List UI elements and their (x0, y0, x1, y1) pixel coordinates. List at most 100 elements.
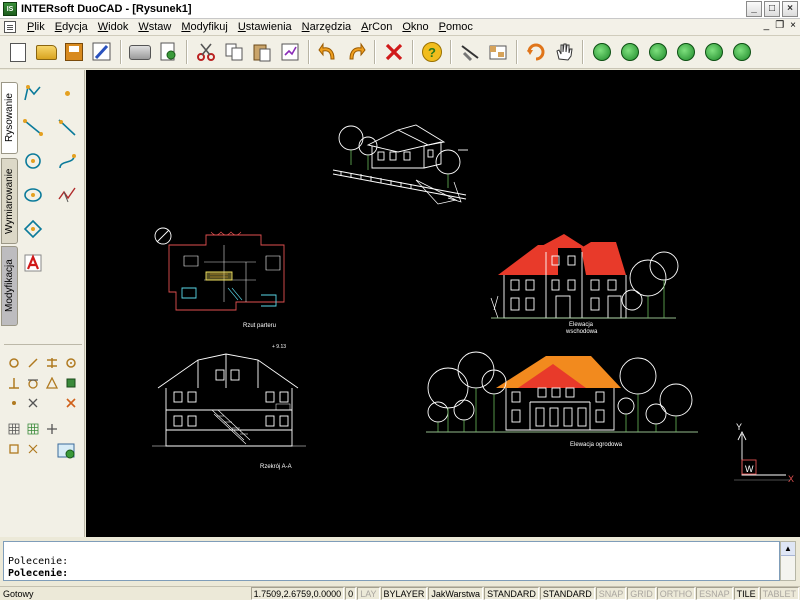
drawing-svg: Rzut parteru Elewacja wschodowa Rzekrój … (152, 124, 794, 484)
rotate-view-button[interactable] (523, 39, 549, 65)
properties-button[interactable] (277, 39, 303, 65)
paste-icon (253, 44, 271, 62)
drawing-canvas[interactable]: Rzut parteru Elewacja wschodowa Rzekrój … (86, 70, 800, 537)
snap-quadrant-tool[interactable] (64, 356, 78, 370)
menu-narzedzia[interactable]: Narzędzia (297, 21, 357, 33)
tab-wymiarowanie[interactable]: Wymiarowanie (1, 158, 18, 244)
snap-endpoint-tool[interactable] (45, 376, 59, 390)
minimize-button[interactable]: _ (746, 1, 762, 17)
text-tool[interactable] (22, 252, 44, 274)
object-snap-tool[interactable] (26, 442, 40, 456)
point-tool[interactable] (60, 86, 74, 100)
close-button[interactable]: × (782, 1, 798, 17)
menu-plik[interactable]: Plik (22, 21, 50, 33)
delete-button[interactable] (381, 39, 407, 65)
zoom-out-button[interactable] (617, 39, 643, 65)
status-esnap-toggle[interactable]: ESNAP (696, 587, 733, 600)
zoom-in-button[interactable] (589, 39, 615, 65)
ellipse-tool[interactable] (22, 184, 44, 206)
zoom-in-icon (593, 43, 611, 61)
snap-center-tool[interactable] (7, 356, 21, 370)
document-icon[interactable] (4, 21, 16, 33)
menu-okno[interactable]: Okno (397, 21, 433, 33)
ellipse-icon (24, 188, 42, 202)
status-grid-toggle[interactable]: GRID (627, 587, 656, 600)
pan-button[interactable] (551, 39, 577, 65)
freehand-tool[interactable] (56, 184, 78, 206)
redo-button[interactable] (343, 39, 369, 65)
status-coordinates: 1.7509,2.6759,0.0000 (250, 587, 345, 600)
cut-button[interactable] (193, 39, 219, 65)
doc-restore-button[interactable]: ❐ (775, 20, 784, 31)
point-icon (64, 90, 70, 96)
doc-minimize-button[interactable]: _ (764, 20, 770, 31)
snap-perpendicular-tool[interactable] (7, 376, 21, 390)
status-tablet-toggle[interactable]: TABLET (759, 587, 799, 600)
menu-arcon[interactable]: ArCon (356, 21, 397, 33)
snap-grid-tool[interactable] (26, 422, 40, 436)
zoom-realtime-button[interactable] (729, 39, 755, 65)
toolbar-separator (516, 40, 518, 64)
doc-close-button[interactable]: × (790, 20, 796, 31)
menu-pomoc[interactable]: Pomoc (434, 21, 478, 33)
print-preview-button[interactable] (155, 39, 181, 65)
paste-button[interactable] (249, 39, 275, 65)
menu-ustawienia[interactable]: Ustawienia (233, 21, 297, 33)
tab-rysowanie[interactable]: Rysowanie (1, 82, 18, 154)
zoom-window-button[interactable] (645, 39, 671, 65)
status-style-2[interactable]: STANDARD (539, 587, 595, 600)
layers-button[interactable] (485, 39, 511, 65)
aerial-view-tool[interactable] (56, 440, 78, 462)
tab-modyfikacja[interactable]: Modyfikacja (1, 246, 18, 326)
command-prompt: Polecenie: (8, 568, 69, 579)
status-snap-toggle[interactable]: SNAP (595, 587, 627, 600)
status-lay[interactable]: LAY (357, 587, 380, 600)
new-button[interactable] (5, 39, 31, 65)
status-bylayer[interactable]: BYLAYER (380, 587, 428, 600)
command-area: Polecenie: Polecenie: ▲ (0, 537, 800, 585)
help-button[interactable]: ? (419, 39, 445, 65)
polyline-tool[interactable] (22, 82, 44, 104)
undo-button[interactable] (315, 39, 341, 65)
scroll-up-icon[interactable]: ▲ (781, 542, 795, 556)
save-button[interactable] (61, 39, 87, 65)
maximize-button[interactable]: □ (764, 1, 780, 17)
snap-node-tool[interactable] (7, 396, 21, 410)
copy-button[interactable] (221, 39, 247, 65)
construction-line-tool[interactable] (56, 116, 78, 138)
snap-tangent-tool[interactable] (26, 376, 40, 390)
snap-center-icon (9, 358, 19, 368)
polygon-tool[interactable] (22, 218, 44, 240)
zoom-extents-button[interactable] (673, 39, 699, 65)
line-tool[interactable] (22, 116, 44, 138)
circle-tool[interactable] (22, 150, 44, 172)
status-layer[interactable]: JakWarstwa (428, 587, 484, 600)
open-button[interactable] (33, 39, 59, 65)
menu-edycja[interactable]: Edycja (50, 21, 93, 33)
zoom-previous-button[interactable] (701, 39, 727, 65)
snap-midpoint-tool[interactable] (45, 356, 59, 370)
print-button[interactable] (127, 39, 153, 65)
command-line[interactable]: Polecenie: Polecenie: (3, 541, 780, 581)
status-ortho-toggle[interactable]: ORTHO (656, 587, 696, 600)
snap-none-tool[interactable] (64, 396, 78, 410)
document-window-controls: _ ❐ × (764, 20, 796, 31)
menu-widok[interactable]: Widok (93, 21, 134, 33)
status-style-1[interactable]: STANDARD (484, 587, 539, 600)
menu-wstaw[interactable]: Wstaw (133, 21, 176, 33)
pen-button[interactable] (89, 39, 115, 65)
menu-modyfikuj[interactable]: Modyfikuj (176, 21, 232, 33)
snap-intersection-tool[interactable] (26, 396, 40, 410)
command-scrollbar[interactable]: ▲ (780, 541, 796, 581)
status-tile-toggle[interactable]: TILE (733, 587, 759, 600)
ortho-tool[interactable] (45, 422, 59, 436)
toolbar-separator (374, 40, 376, 64)
tracking-tool[interactable] (7, 442, 21, 456)
grid-tool[interactable] (7, 422, 21, 436)
snap-insert-tool[interactable] (64, 376, 78, 390)
menu-bar: Plik Edycja Widok Wstaw Modyfikuj Ustawi… (0, 19, 800, 36)
match-properties-button[interactable] (457, 39, 483, 65)
snap-nearest-tool[interactable] (26, 356, 40, 370)
spline-tool[interactable] (56, 150, 78, 172)
snap-grid-icon (27, 423, 39, 435)
